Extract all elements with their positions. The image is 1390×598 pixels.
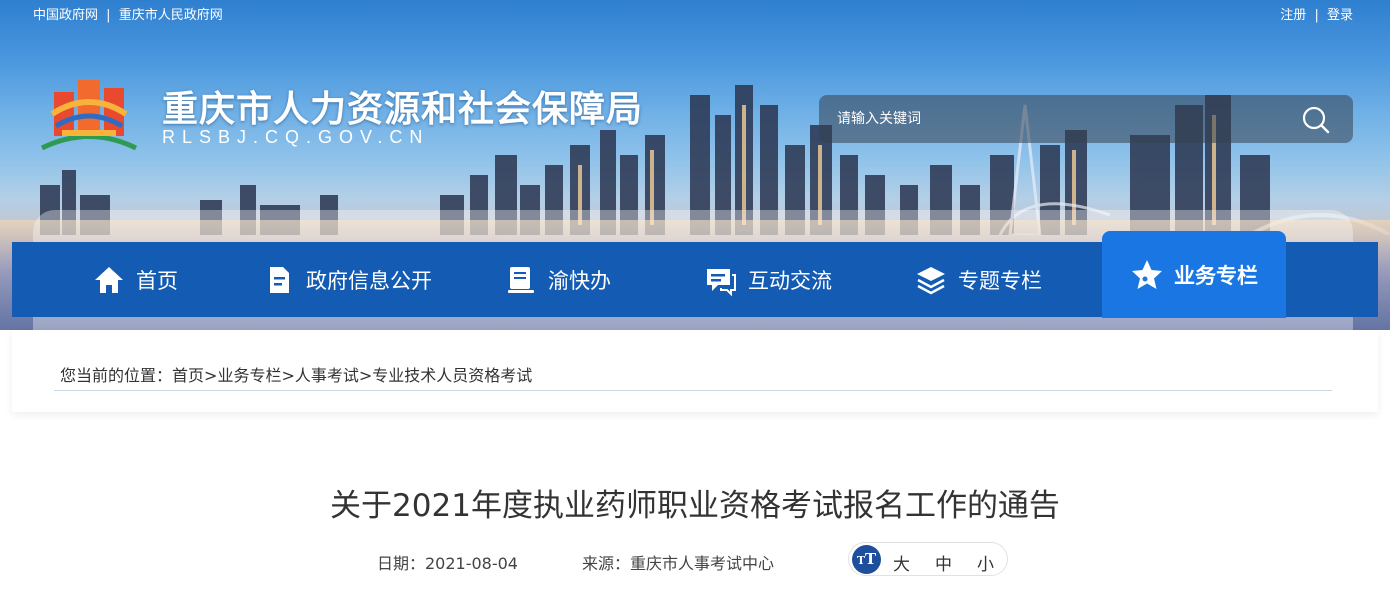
site-logo[interactable] [34,70,144,156]
breadcrumb-separator: > [204,366,218,385]
font-size-medium-button[interactable]: 中 [935,550,952,575]
font-size-control: TT 大 中 小 [848,542,1008,576]
nav-item-special[interactable]: 专题专栏 [914,242,1042,317]
chat-icon [704,263,738,297]
top-separator: | [106,8,111,23]
nav-item-label: 首页 [136,268,178,293]
breadcrumb-professional-exam[interactable]: 专业技术人员资格考试 [372,366,532,385]
font-size-icon: TT [852,545,881,574]
breadcrumb-divider [54,390,1332,391]
top-bar: 中国政府网 | 重庆市人民政府网 注册 | 登录 [0,0,1390,26]
nav-item-label: 政府信息公开 [306,268,432,293]
breadcrumb-separator: > [358,366,373,385]
register-link[interactable]: 注册 [1280,8,1306,23]
article-title: 关于2021年度执业药师职业资格考试报名工作的通告 [330,488,1060,524]
nav-item-gov-info[interactable]: 政府信息公开 [262,242,432,317]
layers-icon [914,263,948,297]
search-box [819,95,1353,143]
login-link[interactable]: 登录 [1327,8,1353,23]
nav-item-yukuaiban[interactable]: 渝快办 [504,242,611,317]
home-icon [92,263,126,297]
breadcrumb-prefix: 您当前的位置： [60,366,173,385]
breadcrumb: 您当前的位置：首页>业务专栏>人事考试>专业技术人员资格考试 [60,362,532,386]
nav-item-home[interactable]: 首页 [92,242,178,317]
nav-item-label: 业务专栏 [1174,263,1258,288]
book-icon [504,263,538,297]
search-icon[interactable] [1301,105,1331,135]
font-size-small-button[interactable]: 小 [977,550,994,575]
top-links: 中国政府网 | 重庆市人民政府网 [33,4,223,23]
link-cq-gov[interactable]: 重庆市人民政府网 [119,8,223,23]
breadcrumb-personnel-exam[interactable]: 人事考试 [295,366,359,385]
document-icon [262,263,296,297]
nav-item-interaction[interactable]: 互动交流 [704,242,832,317]
article-source: 来源：重庆市人事考试中心 [582,554,775,573]
nav-item-label: 渝快办 [548,268,611,293]
star-icon [1130,258,1164,292]
breadcrumb-business[interactable]: 业务专栏 [217,366,281,385]
site-domain: RLSBJ.CQ.GOV.CN [162,127,430,147]
account-links: 注册 | 登录 [1280,4,1353,23]
site-title: 重庆市人力资源和社会保障局 [162,89,644,130]
nav-item-business-active[interactable]: 业务专栏 [1102,231,1286,318]
font-size-large-button[interactable]: 大 [893,550,910,575]
breadcrumb-card: 您当前的位置：首页>业务专栏>人事考试>专业技术人员资格考试 [12,330,1378,412]
nav-item-label: 互动交流 [748,268,832,293]
link-gov-cn[interactable]: 中国政府网 [33,8,98,23]
search-input[interactable] [819,95,1289,143]
account-separator: | [1314,8,1319,23]
article-date: 日期：2021-08-04 [377,554,518,573]
nav-item-label: 专题专栏 [958,268,1042,293]
breadcrumb-home[interactable]: 首页 [172,366,204,385]
breadcrumb-separator: > [281,366,295,385]
